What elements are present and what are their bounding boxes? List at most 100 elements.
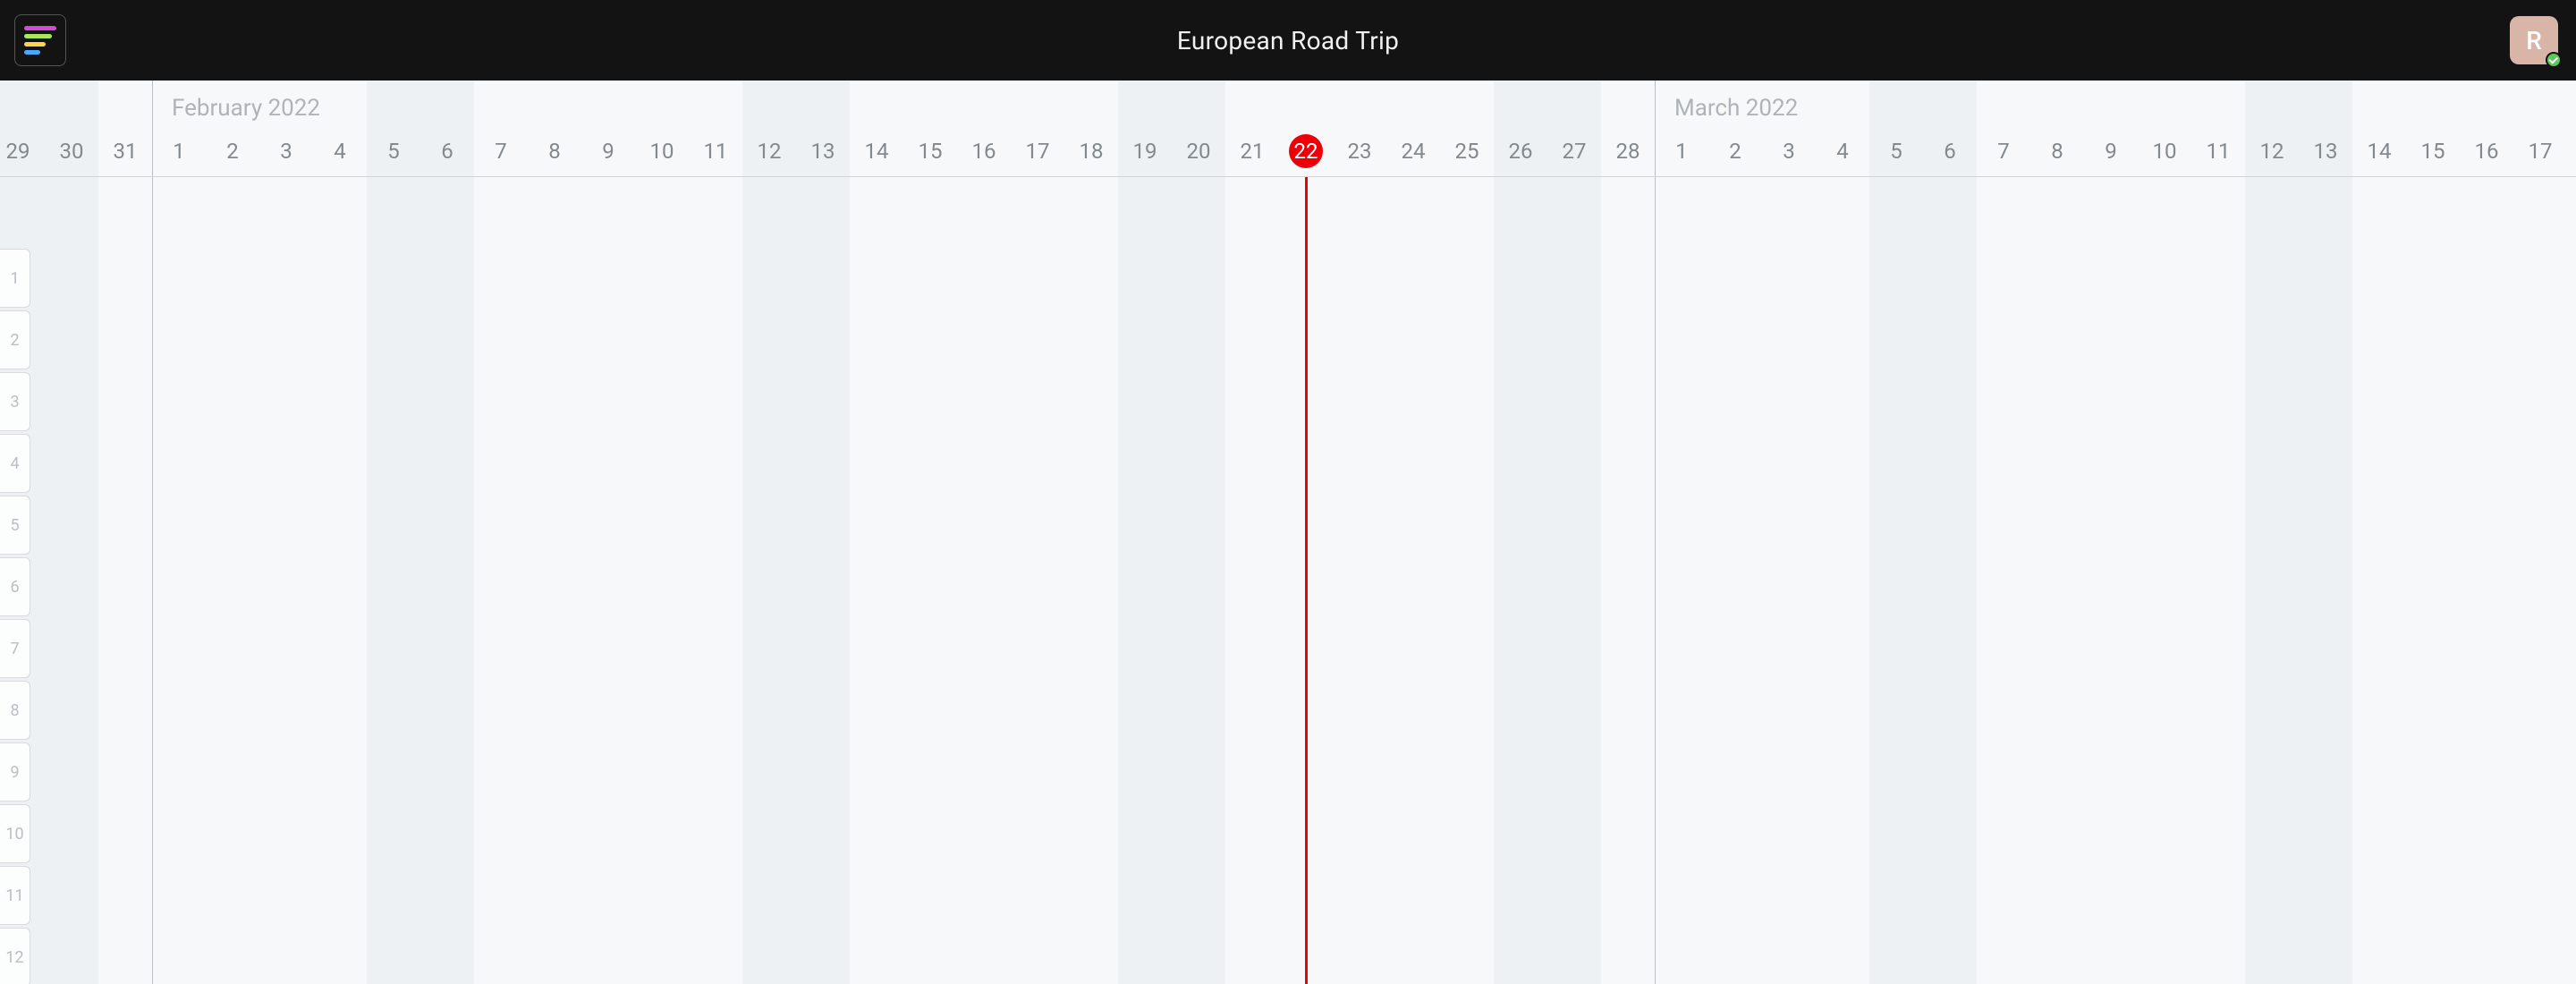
weekend-stripe <box>1494 177 1601 984</box>
day-cell[interactable]: 11 <box>689 125 742 177</box>
day-number: 12 <box>2260 139 2284 164</box>
day-cell[interactable]: 2 <box>206 125 259 177</box>
app-header: European Road Trip R <box>0 0 2576 81</box>
day-cell[interactable]: 23 <box>1333 125 1386 177</box>
weekend-stripe <box>1118 177 1225 984</box>
day-number: 1 <box>1675 139 1688 164</box>
day-cell[interactable]: 15 <box>903 125 957 177</box>
row-handle[interactable]: 2 <box>0 310 30 369</box>
day-number: 27 <box>1563 139 1587 164</box>
day-cell[interactable]: 16 <box>2460 125 2513 177</box>
day-number: 1 <box>173 139 185 164</box>
day-cell[interactable]: 3 <box>259 125 313 177</box>
month-divider <box>152 177 153 984</box>
day-cell[interactable]: 1 <box>152 125 206 177</box>
day-number: 22 <box>1294 139 1318 164</box>
day-number: 17 <box>1026 139 1050 164</box>
day-number: 25 <box>1455 139 1479 164</box>
day-cell[interactable]: 19 <box>1118 125 1172 177</box>
day-cell[interactable]: 20 <box>1172 125 1225 177</box>
weekend-stripe <box>2245 177 2352 984</box>
day-cell[interactable]: 17 <box>1011 125 1064 177</box>
day-cell[interactable]: 17 <box>2513 125 2567 177</box>
row-handle[interactable]: 11 <box>0 866 30 925</box>
day-cell[interactable]: 31 <box>98 125 152 177</box>
row-handle[interactable]: 5 <box>0 496 30 555</box>
row-handle[interactable]: 4 <box>0 434 30 493</box>
day-cell[interactable]: 14 <box>2352 125 2406 177</box>
day-number: 19 <box>1133 139 1157 164</box>
timeline-date-header[interactable]: February 2022March 2022 2930311234567891… <box>0 81 2576 177</box>
day-cell[interactable]: 6 <box>420 125 474 177</box>
day-number: 4 <box>1836 139 1849 164</box>
row-handle[interactable]: 10 <box>0 804 30 863</box>
day-number: 11 <box>704 139 728 164</box>
project-title[interactable]: European Road Trip <box>1177 26 1399 55</box>
logo-bar-icon <box>24 42 46 47</box>
day-number: 16 <box>972 139 996 164</box>
day-cell[interactable]: 10 <box>2138 125 2191 177</box>
day-cell[interactable]: 27 <box>1547 125 1601 177</box>
day-cell[interactable]: 18 <box>1064 125 1118 177</box>
day-cell[interactable]: 9 <box>581 125 635 177</box>
day-number: 20 <box>1187 139 1211 164</box>
day-cell[interactable]: 13 <box>796 125 850 177</box>
row-handle[interactable]: 8 <box>0 681 30 740</box>
day-cell[interactable]: 3 <box>1762 125 1816 177</box>
day-cell[interactable]: 21 <box>1225 125 1279 177</box>
row-handles-column: 123456789101112 <box>0 249 30 984</box>
day-cell[interactable]: 4 <box>313 125 367 177</box>
month-divider <box>1655 177 1656 984</box>
day-cell[interactable]: 25 <box>1440 125 1494 177</box>
day-number: 7 <box>495 139 507 164</box>
day-cell[interactable]: 29 <box>0 125 45 177</box>
day-cell[interactable]: 30 <box>45 125 98 177</box>
day-cell[interactable]: 10 <box>635 125 689 177</box>
row-handle[interactable]: 1 <box>0 249 30 308</box>
day-cell[interactable]: 2 <box>1708 125 1762 177</box>
day-cell-today[interactable]: 22 <box>1279 125 1333 177</box>
weekend-stripe <box>742 177 850 984</box>
day-cell[interactable]: 12 <box>742 125 796 177</box>
day-cell[interactable]: 18 <box>2567 125 2576 177</box>
day-cell[interactable]: 9 <box>2084 125 2138 177</box>
day-number: 10 <box>650 139 674 164</box>
day-cell[interactable]: 13 <box>2299 125 2352 177</box>
timeline-body[interactable]: 123456789101112 <box>0 177 2576 984</box>
day-cell[interactable]: 8 <box>2030 125 2084 177</box>
day-cell[interactable]: 26 <box>1494 125 1547 177</box>
day-cell[interactable]: 11 <box>2191 125 2245 177</box>
day-cell[interactable]: 7 <box>1977 125 2030 177</box>
row-handle[interactable]: 12 <box>0 928 30 984</box>
status-online-icon <box>2546 52 2562 68</box>
app-logo-button[interactable] <box>14 14 66 66</box>
row-handle[interactable]: 3 <box>0 372 30 431</box>
day-number: 13 <box>2314 139 2338 164</box>
day-number: 16 <box>2475 139 2499 164</box>
day-number: 3 <box>1783 139 1795 164</box>
day-cell[interactable]: 6 <box>1923 125 1977 177</box>
day-cell[interactable]: 4 <box>1816 125 1869 177</box>
day-cell[interactable]: 15 <box>2406 125 2460 177</box>
day-number: 23 <box>1348 139 1372 164</box>
day-cell[interactable]: 8 <box>528 125 581 177</box>
row-handle[interactable]: 6 <box>0 557 30 616</box>
day-cell[interactable]: 12 <box>2245 125 2299 177</box>
logo-bar-icon <box>24 34 52 38</box>
day-cell[interactable]: 14 <box>850 125 903 177</box>
day-cell[interactable]: 28 <box>1601 125 1655 177</box>
row-handle[interactable]: 7 <box>0 619 30 678</box>
day-cell[interactable]: 24 <box>1386 125 1440 177</box>
day-cell[interactable]: 5 <box>367 125 420 177</box>
day-cell[interactable]: 16 <box>957 125 1011 177</box>
day-cell[interactable]: 7 <box>474 125 528 177</box>
day-number: 9 <box>2105 139 2117 164</box>
day-cell[interactable]: 1 <box>1655 125 1708 177</box>
day-number: 24 <box>1402 139 1426 164</box>
day-number: 12 <box>758 139 782 164</box>
user-avatar[interactable]: R <box>2510 16 2558 64</box>
row-handle[interactable]: 9 <box>0 742 30 802</box>
day-number: 13 <box>811 139 835 164</box>
day-number: 6 <box>1944 139 1956 164</box>
day-cell[interactable]: 5 <box>1869 125 1923 177</box>
